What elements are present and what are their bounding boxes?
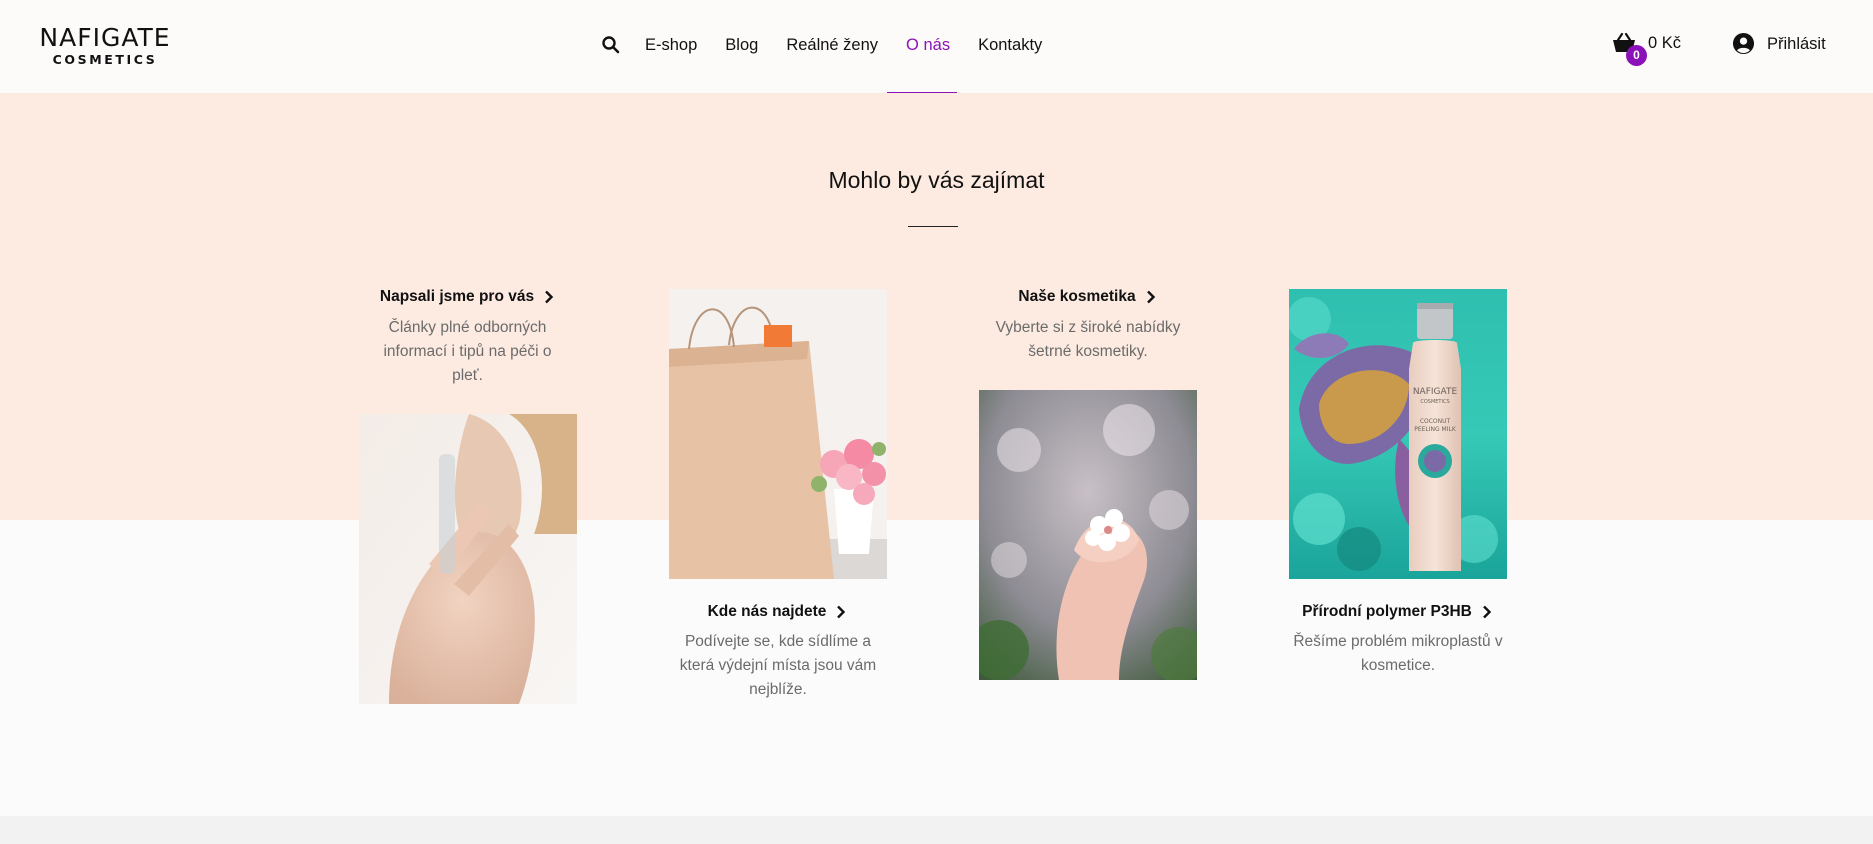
card-description: Články plné odborných informací i tipů n… [383,319,552,384]
cart-button[interactable]: 0 0 Kč [1612,32,1682,66]
login-label: Přihlásit [1767,34,1826,53]
section-title: Mohlo by vás zajímat [828,167,1045,193]
photo-paper-bag-flowers[interactable] [669,289,887,579]
logo-subtitle: COSMETICS [52,52,158,67]
chevron-right-icon [1146,290,1155,304]
user-account-icon [1732,32,1755,55]
site-header: NAFIGATE COSMETICS E-shop Blog Reálné že… [0,0,1873,93]
card-description: Podívejte se, kde sídlíme a která výdejn… [679,633,877,698]
card-title-text: Napsali jsme pro vás [379,288,535,305]
card-title-text: Přírodní polymer P3HB [1302,603,1472,620]
title-divider [908,226,958,227]
product-name-line1: COCONUT [1420,418,1451,425]
cart-count-badge: 0 [1626,45,1647,66]
chevron-right-icon [837,605,846,619]
card-title-nase-kosmetika[interactable]: Naše kosmetika [979,287,1197,307]
nav-item-kontakty[interactable]: Kontakty [978,34,1042,56]
product-name-line2: PEELING MILK [1414,426,1457,433]
chevron-right-icon [545,290,554,304]
nav-item-eshop[interactable]: E-shop [645,34,697,56]
footer-edge [0,816,1873,844]
featured-band [0,93,1873,520]
card-title-prirodni-polymer-p3hb[interactable]: Přírodní polymer P3HB [1289,602,1507,622]
product-brand-sub-text: COSMETICS [1420,399,1449,405]
search-icon[interactable] [600,34,622,56]
card-title-kde-nas-najdete[interactable]: Kde nás najdete [669,602,887,622]
card-title-napsali-jsme-pro-vas[interactable]: Napsali jsme pro vás [359,287,577,307]
basket-icon: 0 [1612,32,1647,66]
nav-item-blog[interactable]: Blog [725,34,758,56]
login-button[interactable]: Přihlásit [1732,32,1826,55]
card-title-text: Naše kosmetika [1018,288,1136,305]
nav-item-o-nas[interactable]: O nás [906,34,950,56]
product-brand-text: NAFIGATE [1413,387,1458,397]
card-title-text: Kde nás najdete [707,603,827,620]
card-description: Vyberte si z široké nabídky šetrné kosme… [995,319,1181,360]
chevron-right-icon [1482,605,1492,619]
logo-wordmark: NAFIGATE [39,23,171,52]
nav-item-realne-zeny[interactable]: Reálné ženy [786,34,878,56]
photo-hands-cream[interactable] [359,414,577,704]
cart-total: 0 Kč [1648,34,1682,52]
main-nav: E-shop Blog Reálné ženy O nás Kontakty [600,34,1070,56]
photo-turtle-product[interactable]: NAFIGATE COSMETICS COCONUT PEELING MILK [1289,289,1507,579]
photo-hand-blossom[interactable] [979,390,1197,680]
brand-logo[interactable]: NAFIGATE COSMETICS [30,24,180,67]
card-description: Řešíme problém mikroplastů v kosmetice. [1293,633,1503,674]
